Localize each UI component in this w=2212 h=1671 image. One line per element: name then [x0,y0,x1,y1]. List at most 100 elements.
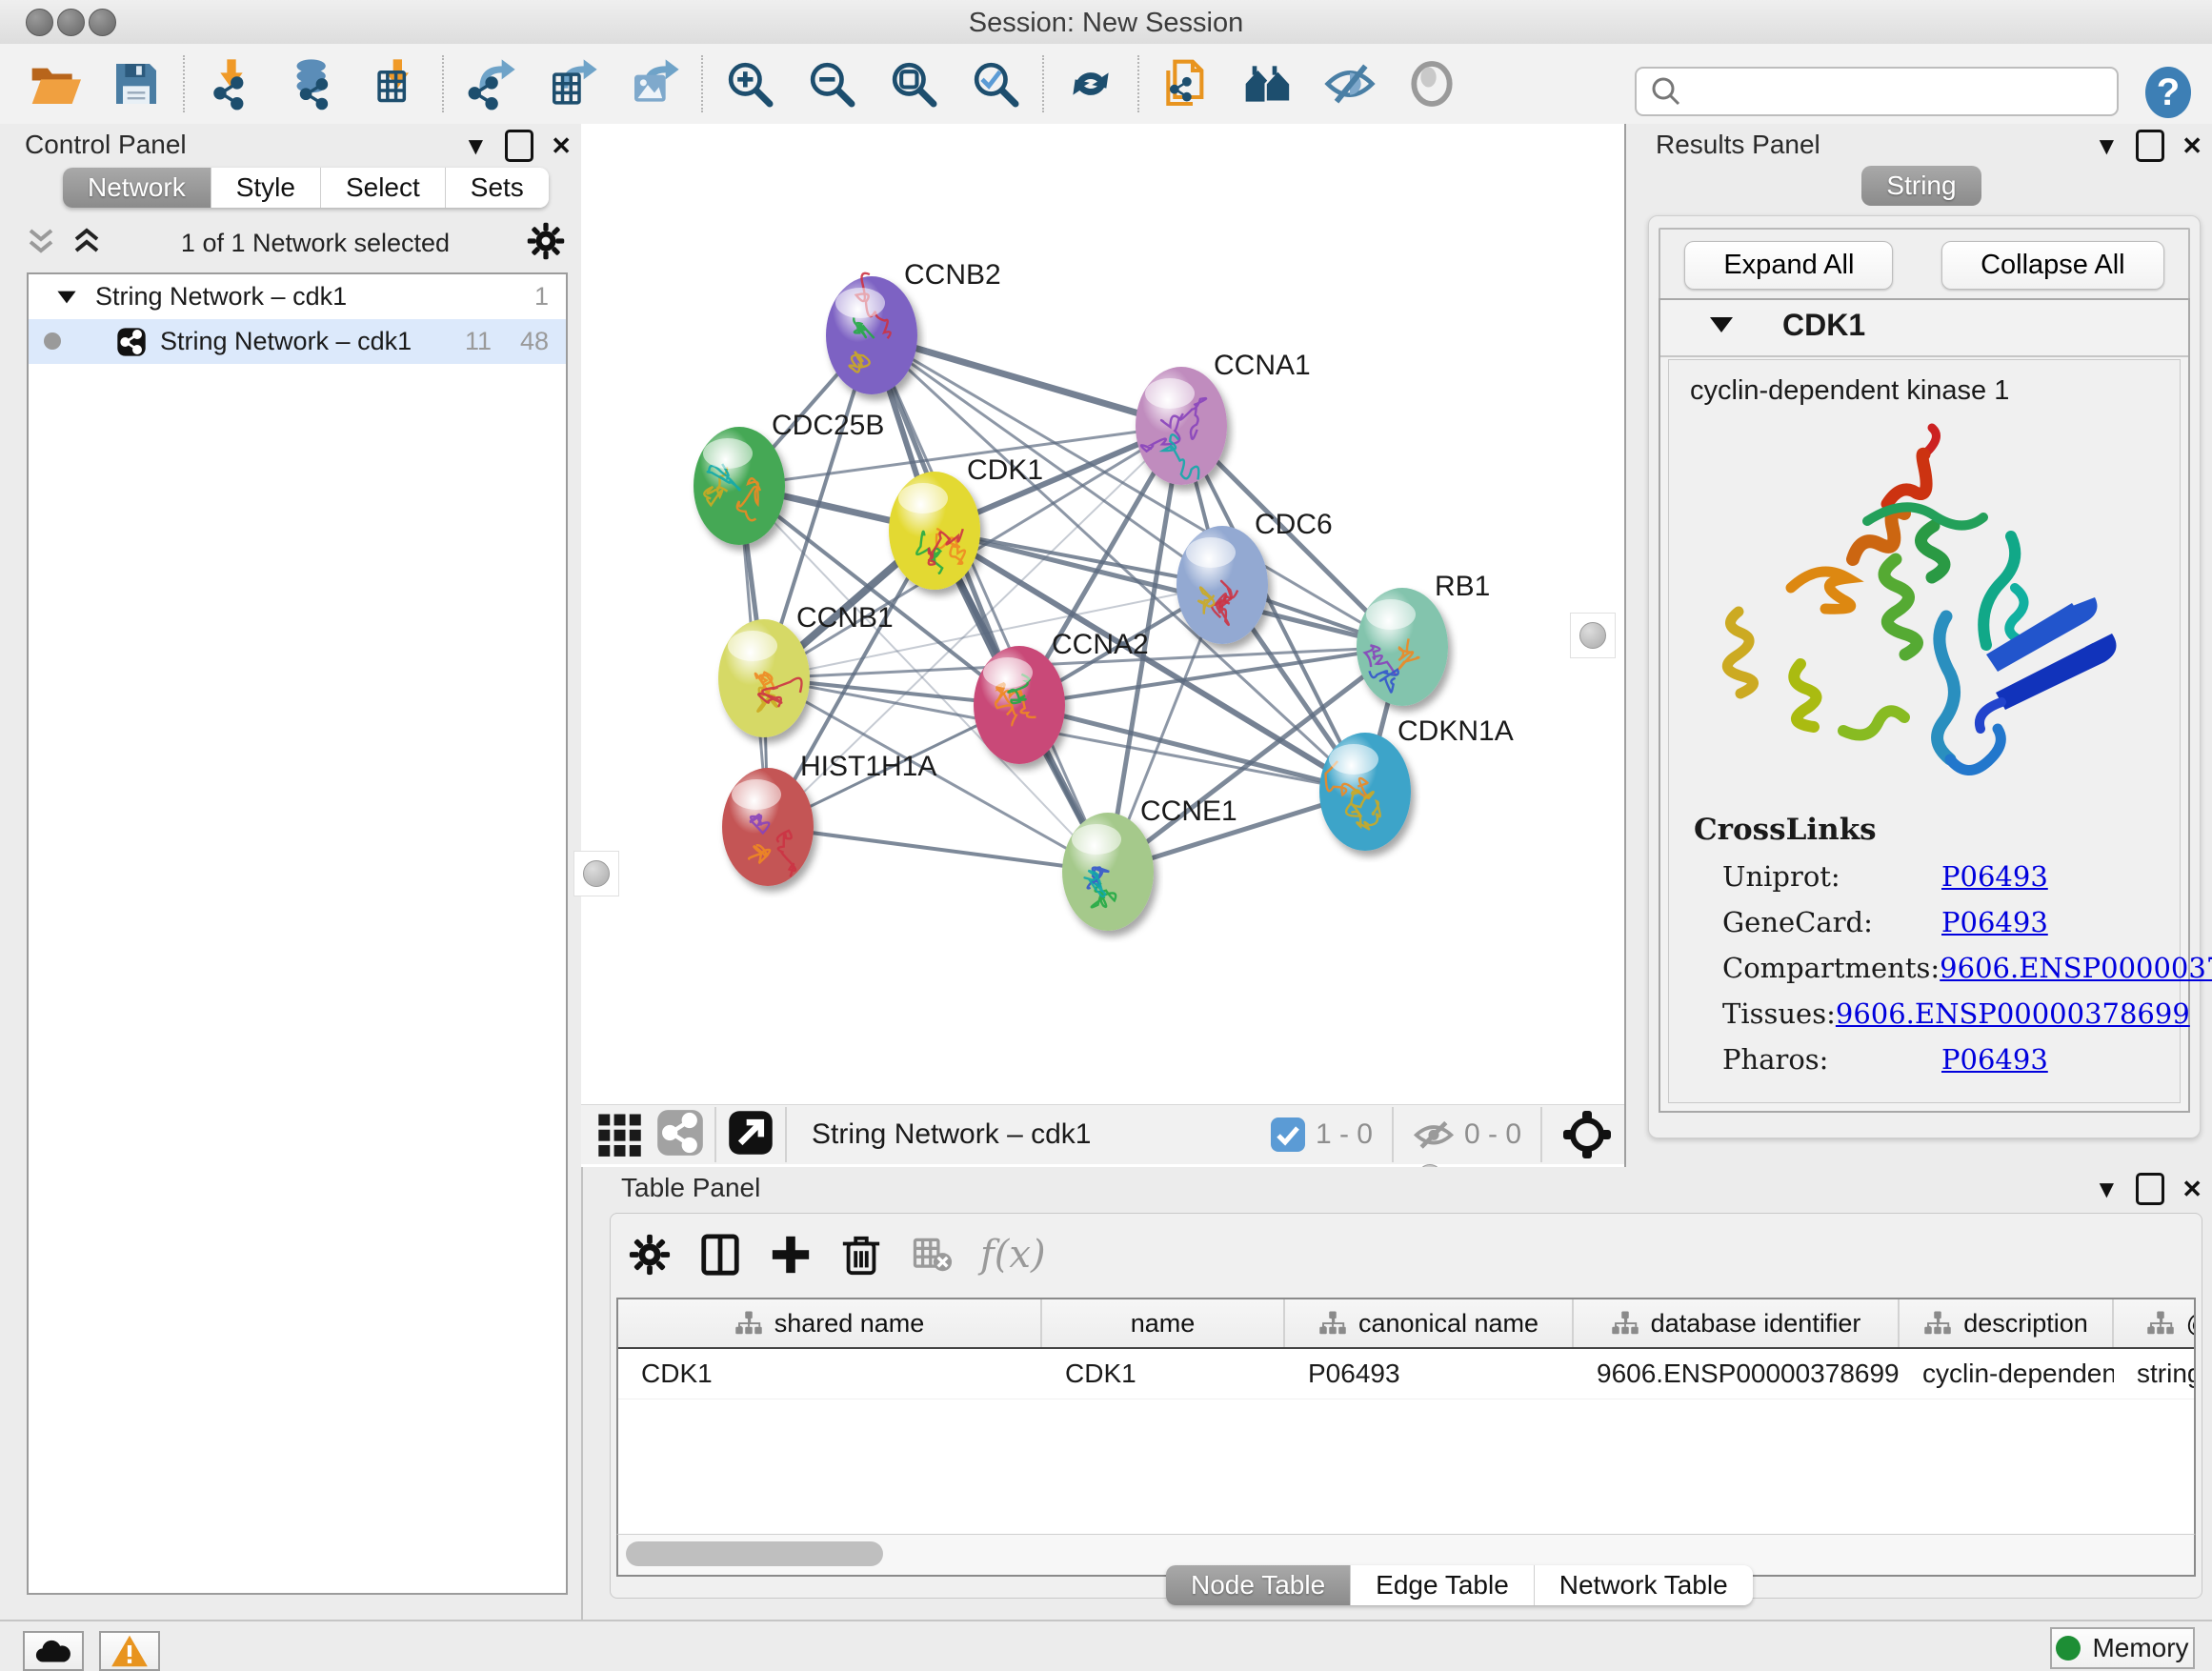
node-label-CCNB2: CCNB2 [904,259,1001,291]
network-edge[interactable] [872,335,1108,872]
collapse-tree-icon[interactable] [57,292,75,304]
expand-all-button[interactable]: Expand All [1684,241,1893,290]
export-network-button[interactable] [450,51,532,116]
network-node-RB1[interactable]: RB1 [1357,571,1490,706]
import-network-button[interactable] [191,51,272,116]
import-database-button[interactable] [272,51,354,116]
tab-string[interactable]: String [1861,166,1981,206]
home-button[interactable] [1227,51,1309,116]
table-cell: CDK1 [618,1349,1042,1399]
right-splitter-handle[interactable] [1570,613,1616,658]
birdseye-button[interactable] [1391,51,1473,116]
fit-selected-crosshair-icon[interactable] [1561,1109,1613,1160]
delete-table-icon[interactable] [910,1233,954,1277]
memory-label: Memory [2092,1633,2188,1663]
open-in-window-icon[interactable] [726,1108,775,1162]
tree-icon [1318,1309,1347,1338]
crosslink-link[interactable]: P06493 [1941,860,2048,893]
network-node-CCNA2[interactable]: CCNA2 [974,629,1149,764]
network-node-CCNE1[interactable]: CCNE1 [1062,795,1237,931]
export-table-button[interactable] [532,51,613,116]
expand-all-icon[interactable] [23,223,59,264]
fx-button[interactable]: f(x) [980,1233,1046,1277]
attribute-table[interactable]: shared namenamecanonical namedatabase id… [616,1298,2196,1537]
crosslink-link[interactable]: 9606.ENSP00000378699 [1836,997,2190,1030]
network-node-CCNB1[interactable]: CCNB1 [718,602,894,737]
collapse-all-icon[interactable] [69,223,105,264]
column-header-databaseidentifier[interactable]: database identifier [1574,1299,1900,1347]
search-box[interactable] [1635,67,2119,116]
collapse-table-icon[interactable]: ▼ [2094,1177,2119,1201]
node-label-RB1: RB1 [1435,571,1490,602]
table-row[interactable]: CDK1CDK1P064939606.ENSP00000378699cyclin… [618,1349,2194,1399]
crosslink-label: GeneCard: [1722,906,1941,938]
split-columns-icon[interactable] [698,1233,742,1277]
hide-panels-button[interactable] [1309,51,1391,116]
zoom-fit-button[interactable] [873,51,955,116]
network-node-HIST1H1A[interactable]: HIST1H1A [722,751,936,886]
protein-structure-image [1700,416,2148,797]
network-tree-row[interactable]: String Network – cdk1 1 [29,274,566,319]
close-panel-icon[interactable]: ✕ [551,133,572,158]
float-table-icon[interactable] [2136,1173,2164,1205]
grid-view-icon[interactable] [594,1108,644,1162]
network-tree-row[interactable]: String Network – cdk1 11 48 [29,319,566,364]
network-graph[interactable]: CCNB2CCNA1CDC25BCDK1CDC6RB1CCNB1CCNA2CDK… [581,124,1624,1105]
collapse-results-icon[interactable]: ▼ [2094,133,2119,158]
collapse-panel-icon[interactable]: ▼ [463,133,488,158]
zoom-in-button[interactable] [709,51,791,116]
column-header-sharedname[interactable]: shared name [618,1299,1042,1347]
save-button[interactable] [95,51,177,116]
add-column-icon[interactable] [769,1233,813,1277]
tab-sets[interactable]: Sets [446,168,549,208]
tab-select[interactable]: Select [321,168,446,208]
import-table-button[interactable] [354,51,436,116]
column-header-name[interactable]: name [1042,1299,1285,1347]
refresh-button[interactable] [1050,51,1132,116]
help-button[interactable]: ? [2143,65,2193,120]
network-node-CDKN1A[interactable]: CDKN1A [1319,715,1514,851]
search-input[interactable] [1682,76,2117,108]
tab-edge-table[interactable]: Edge Table [1351,1565,1535,1605]
close-table-icon[interactable]: ✕ [2182,1177,2202,1201]
network-selection-bar: 1 of 1 Network selected [23,221,566,265]
float-panel-icon[interactable] [505,130,533,162]
close-results-icon[interactable]: ✕ [2182,133,2202,158]
left-splitter-handle[interactable] [573,851,619,896]
network-edge[interactable] [872,335,1181,426]
column-header-id[interactable]: @id [2114,1299,2196,1347]
tab-style[interactable]: Style [211,168,321,208]
column-header-description[interactable]: description [1900,1299,2114,1347]
birdseye-view-icon[interactable] [655,1108,705,1162]
node-label-CCNE1: CCNE1 [1140,795,1237,827]
gear-icon[interactable] [628,1233,672,1277]
export-image-button[interactable] [613,51,695,116]
collapse-all-button[interactable]: Collapse All [1941,241,2164,290]
crosslink-link[interactable]: 9606.ENSP00000378699 [1940,952,2212,984]
collapse-gene-icon[interactable] [1710,317,1733,332]
network-options-gear-icon[interactable] [526,221,566,266]
cloud-status-button[interactable] [23,1631,84,1671]
memory-button[interactable]: Memory [2050,1627,2195,1669]
results-panel-title: Results Panel [1656,130,1820,160]
zoom-selected-button[interactable] [955,51,1036,116]
column-header-canonicalname[interactable]: canonical name [1285,1299,1574,1347]
crosslink-label: Pharos: [1722,1043,1941,1076]
clone-network-button[interactable] [1145,51,1227,116]
column-label: description [1963,1309,2088,1339]
node-label-CDKN1A: CDKN1A [1398,715,1514,747]
tab-node-table[interactable]: Node Table [1166,1565,1351,1605]
network-canvas[interactable]: CCNB2CCNA1CDC25BCDK1CDC6RB1CCNB1CCNA2CDK… [581,124,1624,1167]
selected-checkbox-icon[interactable] [1270,1117,1306,1153]
tab-network[interactable]: Network [63,168,211,208]
open-folder-button[interactable] [13,51,95,116]
trash-icon[interactable] [839,1233,883,1277]
zoom-out-button[interactable] [791,51,873,116]
float-results-icon[interactable] [2136,130,2164,162]
warning-status-button[interactable] [99,1631,160,1671]
scrollbar-thumb[interactable] [626,1541,883,1566]
tab-network-table[interactable]: Network Table [1535,1565,1753,1605]
crosslink-link[interactable]: P06493 [1941,1043,2048,1076]
crosslink-link[interactable]: P06493 [1941,906,2048,938]
network-edge[interactable] [768,827,1108,872]
